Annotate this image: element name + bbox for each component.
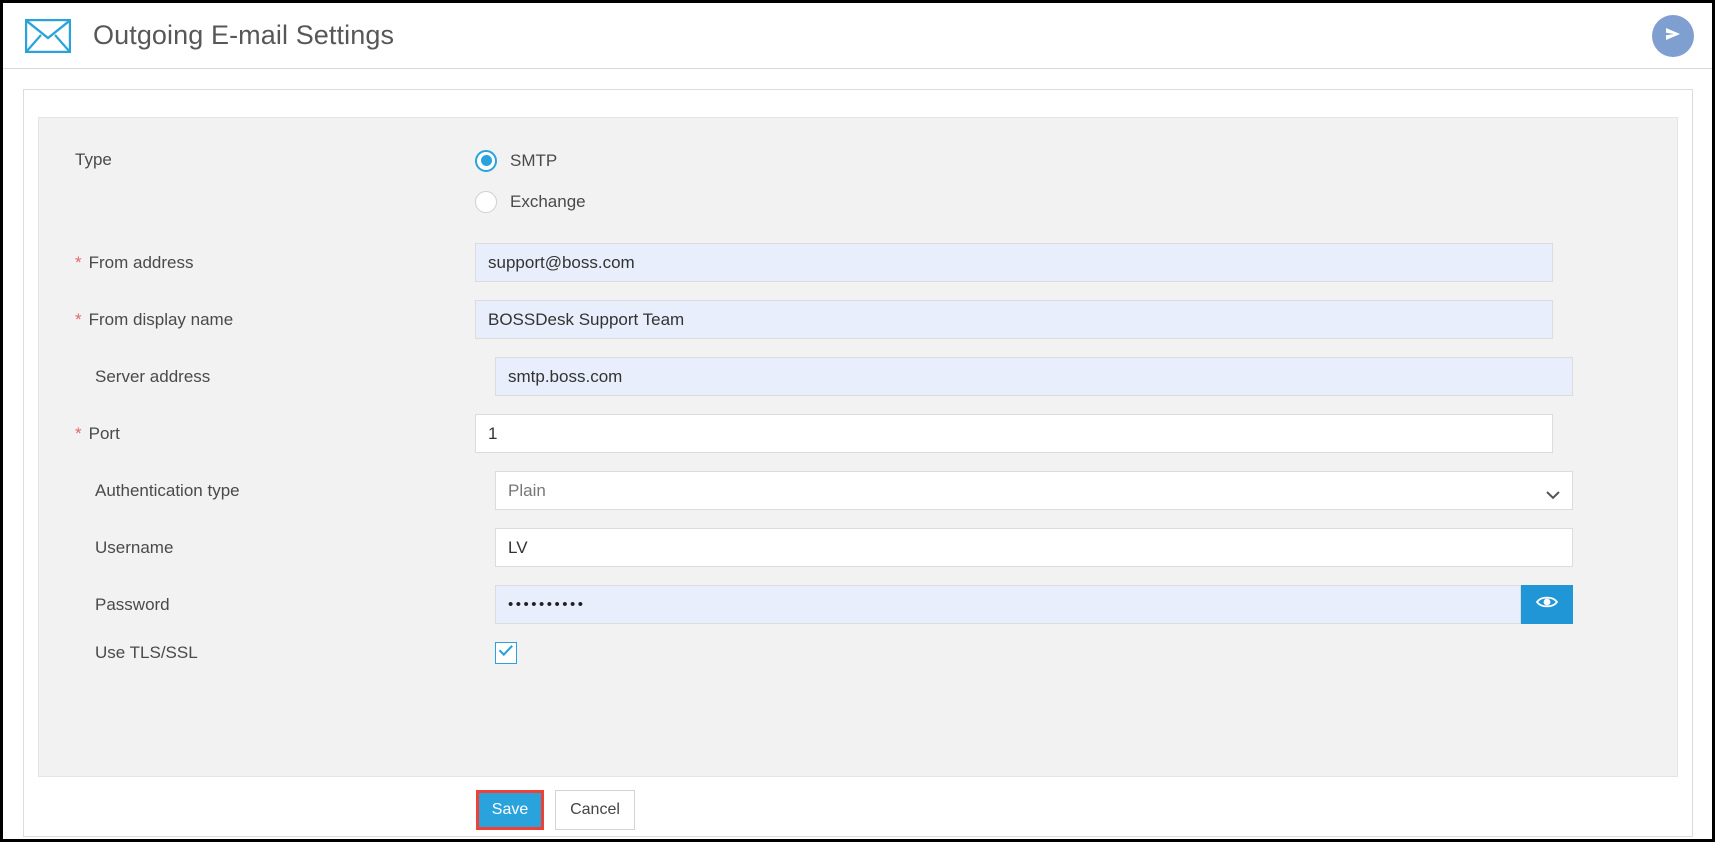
use-tls-ssl-row: Use TLS/SSL bbox=[39, 642, 1677, 664]
required-indicator: * bbox=[75, 309, 82, 329]
username-field bbox=[495, 528, 1573, 567]
radio-exchange-control[interactable] bbox=[475, 190, 497, 213]
server-address-input[interactable] bbox=[495, 357, 1573, 396]
password-input[interactable]: •••••••••• bbox=[495, 585, 1521, 624]
use-tls-ssl-label: Use TLS/SSL bbox=[95, 643, 198, 662]
from-address-row: * From address bbox=[39, 243, 1677, 282]
port-input[interactable] bbox=[475, 414, 1553, 453]
send-test-email-button[interactable] bbox=[1652, 15, 1694, 57]
use-tls-ssl-field bbox=[495, 642, 1573, 664]
eye-icon bbox=[1535, 594, 1559, 615]
radio-option-exchange[interactable]: Exchange bbox=[475, 181, 1553, 222]
type-row: Type SMTP Exchange bbox=[39, 118, 1677, 222]
save-button-highlight: Save bbox=[476, 790, 544, 830]
from-display-name-row: * From display name bbox=[39, 300, 1677, 339]
radio-smtp-control[interactable] bbox=[475, 149, 497, 172]
username-label: Username bbox=[95, 537, 174, 557]
radio-smtp-label: SMTP bbox=[510, 150, 558, 170]
server-address-row: Server address bbox=[39, 357, 1677, 396]
checkmark-icon bbox=[498, 644, 514, 662]
type-radio-group: SMTP Exchange bbox=[475, 140, 1553, 222]
authentication-type-row: Authentication type Plain bbox=[39, 471, 1677, 510]
username-input[interactable] bbox=[495, 528, 1573, 567]
settings-card: Type SMTP Exchange * From address suppor… bbox=[23, 89, 1693, 837]
server-address-label: Server address bbox=[95, 366, 211, 386]
from-address-input[interactable] bbox=[475, 243, 1553, 282]
send-arrow-icon bbox=[1663, 25, 1683, 48]
from-address-label: * From address bbox=[75, 252, 194, 272]
from-display-name-input[interactable] bbox=[475, 300, 1553, 339]
from-address-field bbox=[475, 243, 1553, 282]
radio-exchange-label: Exchange bbox=[510, 191, 586, 211]
form-actions: Save Cancel bbox=[24, 790, 1692, 830]
envelope-icon bbox=[24, 18, 72, 53]
use-tls-ssl-checkbox[interactable] bbox=[495, 642, 517, 664]
required-indicator: * bbox=[75, 423, 82, 443]
password-field: •••••••••• bbox=[495, 585, 1573, 624]
authentication-type-select[interactable]: Plain bbox=[495, 471, 1573, 510]
port-label: * Port bbox=[75, 423, 120, 443]
server-address-field bbox=[495, 357, 1573, 396]
username-row: Username bbox=[39, 528, 1677, 567]
port-field bbox=[475, 414, 1553, 453]
radio-option-smtp[interactable]: SMTP bbox=[475, 140, 1553, 181]
cancel-button[interactable]: Cancel bbox=[555, 790, 635, 830]
app-window: Outgoing E-mail Settings Type SMTP Excha… bbox=[0, 0, 1715, 842]
password-label: Password bbox=[95, 594, 170, 614]
password-row: Password •••••••••• bbox=[39, 585, 1677, 624]
authentication-type-label: Authentication type bbox=[95, 480, 240, 500]
from-display-name-label: * From display name bbox=[75, 309, 234, 329]
required-indicator: * bbox=[75, 252, 82, 272]
toggle-password-visibility-button[interactable] bbox=[1521, 585, 1573, 624]
authentication-type-field: Plain bbox=[495, 471, 1573, 510]
type-label: Type bbox=[75, 150, 112, 169]
page-title: Outgoing E-mail Settings bbox=[93, 20, 395, 50]
from-display-name-field bbox=[475, 300, 1553, 339]
page-header: Outgoing E-mail Settings bbox=[3, 3, 1712, 69]
email-settings-form: Type SMTP Exchange * From address suppor… bbox=[38, 117, 1678, 777]
save-button[interactable]: Save bbox=[479, 793, 541, 827]
port-row: * Port bbox=[39, 414, 1677, 453]
